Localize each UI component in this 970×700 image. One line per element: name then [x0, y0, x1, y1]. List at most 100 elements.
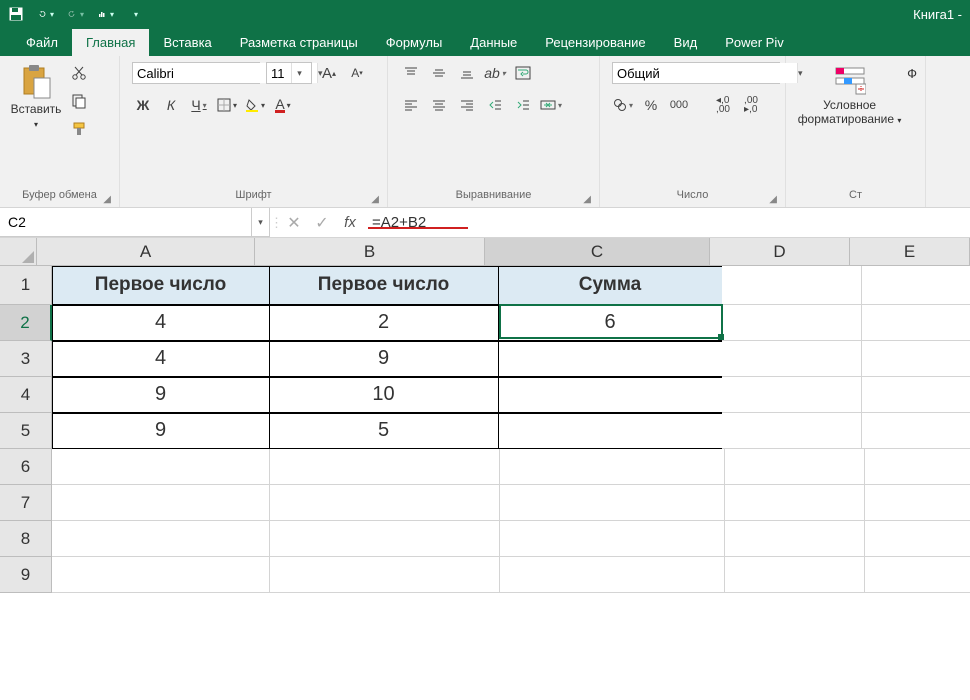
cell-E5[interactable]: [862, 413, 970, 449]
tab-home[interactable]: Главная: [72, 29, 149, 56]
cell-A1[interactable]: Первое число: [52, 266, 270, 305]
tab-insert[interactable]: Вставка: [149, 29, 225, 56]
row-header-4[interactable]: 4: [0, 377, 52, 413]
cell-D7[interactable]: [725, 485, 865, 521]
clipboard-launcher[interactable]: ◢: [103, 194, 111, 205]
italic-button[interactable]: К: [160, 94, 182, 116]
cell-D2[interactable]: [722, 305, 862, 341]
row-header-1[interactable]: 1: [0, 266, 52, 305]
font-name-combo[interactable]: ▾: [132, 62, 260, 84]
undo-icon[interactable]: ▾: [38, 6, 54, 22]
cell-B3[interactable]: 9: [269, 341, 499, 377]
tab-view[interactable]: Вид: [660, 29, 712, 56]
cell-A2[interactable]: 4: [52, 305, 270, 341]
accounting-format-icon[interactable]: [612, 94, 634, 116]
cell-C7[interactable]: [500, 485, 725, 521]
cell-C1[interactable]: Сумма: [498, 266, 723, 305]
row-header-9[interactable]: 9: [0, 557, 52, 593]
cell-B7[interactable]: [270, 485, 500, 521]
cell-D1[interactable]: [722, 266, 862, 305]
cell-B5[interactable]: 5: [269, 413, 499, 449]
name-box-input[interactable]: [0, 208, 252, 237]
qat-customize-icon[interactable]: ▾: [128, 6, 144, 22]
align-top-icon[interactable]: [400, 62, 422, 84]
tab-powerpivot[interactable]: Power Piv: [711, 29, 798, 56]
decrease-decimal-icon[interactable]: ,00▸,0: [740, 94, 762, 116]
row-header-2[interactable]: 2: [0, 305, 52, 341]
tab-file[interactable]: Файл: [12, 29, 72, 56]
alignment-launcher[interactable]: ◢: [583, 194, 591, 205]
decrease-font-icon[interactable]: A▾: [346, 62, 368, 84]
column-header-B[interactable]: B: [255, 238, 485, 266]
formula-input[interactable]: =A2+B2: [364, 214, 970, 231]
cell-D6[interactable]: [725, 449, 865, 485]
align-left-icon[interactable]: [400, 94, 422, 116]
font-size-combo[interactable]: ▾: [266, 62, 312, 84]
cell-A9[interactable]: [52, 557, 270, 593]
name-box[interactable]: ▾: [0, 208, 270, 237]
enter-formula-icon[interactable]: ✓: [308, 208, 336, 237]
cell-D9[interactable]: [725, 557, 865, 593]
column-header-D[interactable]: D: [710, 238, 850, 266]
cell-B2[interactable]: 2: [269, 305, 499, 341]
cell-E6[interactable]: [865, 449, 970, 485]
cell-E9[interactable]: [865, 557, 970, 593]
cancel-formula-icon[interactable]: ✕: [280, 208, 308, 237]
bold-button[interactable]: Ж: [132, 94, 154, 116]
cell-C4[interactable]: [498, 377, 723, 413]
cell-B9[interactable]: [270, 557, 500, 593]
format-painter-icon[interactable]: [68, 118, 90, 140]
increase-indent-icon[interactable]: [512, 94, 534, 116]
cell-E8[interactable]: [865, 521, 970, 557]
save-icon[interactable]: [8, 6, 24, 22]
cell-B8[interactable]: [270, 521, 500, 557]
cell-C3[interactable]: [498, 341, 723, 377]
paste-button[interactable]: Вставить ▾: [8, 60, 64, 130]
tab-page-layout[interactable]: Разметка страницы: [226, 29, 372, 56]
chart-icon[interactable]: ▾: [98, 6, 114, 22]
borders-button[interactable]: ▾: [216, 94, 238, 116]
conditional-formatting-button[interactable]: Условное форматирование ▾: [794, 60, 905, 126]
format-as-table-partial[interactable]: Ф: [905, 60, 917, 81]
row-header-7[interactable]: 7: [0, 485, 52, 521]
cell-C5[interactable]: [498, 413, 723, 449]
comma-format-icon[interactable]: 000: [668, 94, 690, 116]
tab-formulas[interactable]: Формулы: [372, 29, 457, 56]
cell-E2[interactable]: [862, 305, 970, 341]
cell-A5[interactable]: 9: [52, 413, 270, 449]
cell-B1[interactable]: Первое число: [269, 266, 499, 305]
cell-C6[interactable]: [500, 449, 725, 485]
cell-A8[interactable]: [52, 521, 270, 557]
cut-icon[interactable]: [68, 62, 90, 84]
align-center-icon[interactable]: [428, 94, 450, 116]
row-header-8[interactable]: 8: [0, 521, 52, 557]
copy-icon[interactable]: [68, 90, 90, 112]
cell-E1[interactable]: [862, 266, 970, 305]
orientation-icon[interactable]: ab: [484, 62, 506, 84]
column-header-A[interactable]: A: [37, 238, 255, 266]
redo-icon[interactable]: ▾: [68, 6, 84, 22]
cell-E3[interactable]: [862, 341, 970, 377]
cell-C8[interactable]: [500, 521, 725, 557]
row-header-6[interactable]: 6: [0, 449, 52, 485]
cell-C9[interactable]: [500, 557, 725, 593]
cell-B6[interactable]: [270, 449, 500, 485]
tab-review[interactable]: Рецензирование: [531, 29, 659, 56]
increase-decimal-icon[interactable]: ◂,0,00: [712, 94, 734, 116]
row-header-5[interactable]: 5: [0, 413, 52, 449]
cell-A4[interactable]: 9: [52, 377, 270, 413]
merge-cells-icon[interactable]: [540, 94, 562, 116]
cell-B4[interactable]: 10: [269, 377, 499, 413]
insert-function-icon[interactable]: fx: [336, 208, 364, 237]
cell-D5[interactable]: [722, 413, 862, 449]
row-header-3[interactable]: 3: [0, 341, 52, 377]
column-header-E[interactable]: E: [850, 238, 970, 266]
percent-format-icon[interactable]: %: [640, 94, 662, 116]
cell-E7[interactable]: [865, 485, 970, 521]
cell-A7[interactable]: [52, 485, 270, 521]
cell-D4[interactable]: [722, 377, 862, 413]
align-middle-icon[interactable]: [428, 62, 450, 84]
number-format-combo[interactable]: ▾: [612, 62, 780, 84]
fill-color-button[interactable]: ▾: [244, 94, 266, 116]
select-all-corner[interactable]: [0, 238, 37, 266]
